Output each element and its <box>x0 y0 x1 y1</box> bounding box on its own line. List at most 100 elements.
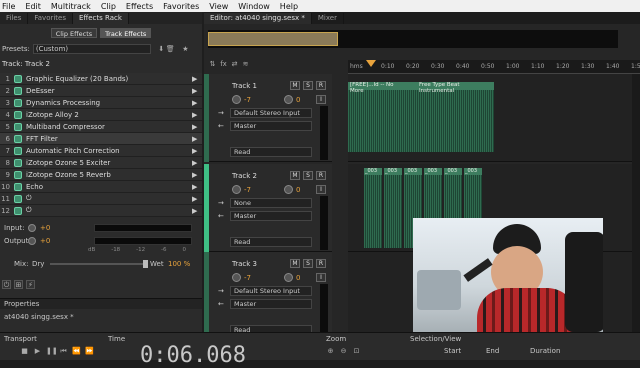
output-knob[interactable] <box>28 236 36 245</box>
effect-slot[interactable]: 12 ⏻ ▶ <box>0 205 202 217</box>
effect-power-icon[interactable] <box>14 146 22 155</box>
transport-title[interactable]: Transport <box>4 335 37 343</box>
solo-button[interactable]: S <box>303 81 313 90</box>
monitor-input-button[interactable]: I <box>316 95 326 104</box>
fx-icon[interactable]: fx <box>219 60 228 69</box>
menu-multitrack[interactable]: Multitrack <box>46 2 96 11</box>
effect-slot[interactable]: 2 DeEsser ▶ <box>0 85 202 97</box>
tab-effects-rack[interactable]: Effects Rack <box>73 13 129 24</box>
automation-mode-dropdown[interactable]: Read <box>230 237 312 247</box>
apply-icon[interactable]: ⊞ <box>14 280 23 289</box>
play-icon[interactable]: ▶ <box>33 347 42 356</box>
effect-name[interactable]: Dynamics Processing <box>26 99 192 107</box>
solo-button[interactable]: S <box>303 171 313 180</box>
mix-slider[interactable] <box>50 259 148 268</box>
effect-power-icon[interactable] <box>14 134 22 143</box>
pan-value[interactable]: 0 <box>296 96 300 104</box>
effect-menu-arrow-icon[interactable]: ▶ <box>192 111 202 119</box>
pan-value[interactable]: 0 <box>296 186 300 194</box>
effect-power-icon[interactable] <box>14 170 22 179</box>
effect-name[interactable]: Multiband Compressor <box>26 123 192 131</box>
zoom-in-icon[interactable]: ⊕ <box>326 347 335 356</box>
playhead-marker[interactable] <box>366 60 376 67</box>
effect-menu-arrow-icon[interactable]: ▶ <box>192 159 202 167</box>
output-value[interactable]: +0 <box>40 237 58 245</box>
effect-slot[interactable]: 10 Echo ▶ <box>0 181 202 193</box>
track-input-dropdown[interactable]: Default Stereo Input <box>230 108 312 118</box>
properties-tab[interactable]: Properties <box>0 299 202 309</box>
rewind-icon[interactable]: ⏪ <box>72 347 81 356</box>
track-output-dropdown[interactable]: Master <box>230 121 312 131</box>
effect-name[interactable]: Automatic Pitch Correction <box>26 147 192 155</box>
automation-mode-dropdown[interactable]: Read <box>230 147 312 157</box>
effect-power-icon[interactable] <box>14 182 22 191</box>
effect-menu-arrow-icon[interactable]: ▶ <box>192 99 202 107</box>
mix-value[interactable]: 100 % <box>168 260 190 268</box>
input-knob[interactable] <box>28 223 36 232</box>
pan-knob[interactable] <box>284 185 293 194</box>
vertical-scrollbar[interactable] <box>632 74 640 332</box>
stop-icon[interactable]: ■ <box>20 347 29 356</box>
input-output-icon[interactable]: ⇅ <box>208 60 217 69</box>
effect-power-icon[interactable] <box>14 110 22 119</box>
time-title[interactable]: Time <box>108 335 125 343</box>
menu-view[interactable]: View <box>204 2 233 11</box>
effect-menu-arrow-icon[interactable]: ▶ <box>192 171 202 179</box>
effect-menu-arrow-icon[interactable]: ▶ <box>192 195 202 203</box>
record-arm-button[interactable]: R <box>316 171 326 180</box>
volume-knob[interactable] <box>232 185 241 194</box>
zoom-out-icon[interactable]: ⊖ <box>339 347 348 356</box>
mix-slider-handle[interactable] <box>143 259 148 268</box>
mute-button[interactable]: M <box>290 171 300 180</box>
volume-value[interactable]: -7 <box>244 96 251 104</box>
tab-favorites[interactable]: Favorites <box>28 13 73 24</box>
save-preset-icon[interactable]: ⬇ <box>157 45 166 54</box>
menu-effects[interactable]: Effects <box>121 2 158 11</box>
effect-name[interactable]: FFT Filter <box>26 135 192 143</box>
rewind-to-start-icon[interactable]: ⏮ <box>59 347 68 356</box>
mute-button[interactable]: M <box>290 81 300 90</box>
effect-power-icon[interactable] <box>14 86 22 95</box>
effect-name[interactable]: iZotope Ozone 5 Reverb <box>26 171 192 179</box>
tab-mixer[interactable]: Mixer <box>312 13 344 24</box>
track-name[interactable]: Track 3 <box>232 260 257 268</box>
monitor-input-button[interactable]: I <box>316 185 326 194</box>
audio-clip[interactable]: [FREE]...Id -- No More Free Type Beat Ins… <box>348 82 494 152</box>
effect-slot[interactable]: 9 iZotope Ozone 5 Reverb ▶ <box>0 169 202 181</box>
monitor-input-button[interactable]: I <box>316 273 326 282</box>
effect-menu-arrow-icon[interactable]: ▶ <box>192 147 202 155</box>
input-value[interactable]: +0 <box>40 224 58 232</box>
effect-name[interactable]: iZotope Ozone 5 Exciter <box>26 159 192 167</box>
selection-view-title[interactable]: Selection/View <box>410 335 461 343</box>
clip-title-bar[interactable]: [FREE]...Id -- No More Free Type Beat Ins… <box>348 82 494 94</box>
effect-power-icon[interactable] <box>14 206 22 215</box>
tab-files[interactable]: Files <box>0 13 29 24</box>
pan-knob[interactable] <box>284 273 293 282</box>
track-output-dropdown[interactable]: Master <box>230 211 312 221</box>
track-lane[interactable]: [FREE]...Id -- No More Free Type Beat Ins… <box>348 74 632 162</box>
menu-window[interactable]: Window <box>233 2 275 11</box>
menu-file[interactable]: File <box>0 2 20 11</box>
record-arm-button[interactable]: R <box>316 259 326 268</box>
effect-slot[interactable]: 4 iZotope Alloy 2 ▶ <box>0 109 202 121</box>
effect-slot[interactable]: 11 ⏻ ▶ <box>0 193 202 205</box>
menu-favorites[interactable]: Favorites <box>158 2 204 11</box>
effect-name[interactable]: ⏻ <box>26 206 192 215</box>
volume-knob[interactable] <box>232 273 241 282</box>
effect-name[interactable]: Graphic Equalizer (20 Bands) <box>26 75 192 83</box>
record-arm-button[interactable]: R <box>316 81 326 90</box>
effect-power-icon[interactable] <box>14 158 22 167</box>
timeline-ruler[interactable]: hms 0:10 0:20 0:30 0:40 0:50 1:00 1:10 1:20 1:30 1… <box>348 60 640 74</box>
menu-clip[interactable]: Clip <box>96 2 121 11</box>
effect-menu-arrow-icon[interactable]: ▶ <box>192 183 202 191</box>
solo-button[interactable]: S <box>303 259 313 268</box>
effect-slot[interactable]: 3 Dynamics Processing ▶ <box>0 97 202 109</box>
track-effects-button[interactable]: Track Effects <box>100 28 152 38</box>
power-toggle-icon[interactable]: ⏻ <box>2 280 11 289</box>
fast-forward-icon[interactable]: ⏩ <box>85 347 94 356</box>
volume-knob[interactable] <box>232 95 241 104</box>
effect-name[interactable]: iZotope Alloy 2 <box>26 111 192 119</box>
track-output-dropdown[interactable]: Master <box>230 299 312 309</box>
track-name[interactable]: Track 2 <box>232 172 257 180</box>
tab-editor[interactable]: Editor: at4040 singg.sesx * <box>204 13 312 24</box>
